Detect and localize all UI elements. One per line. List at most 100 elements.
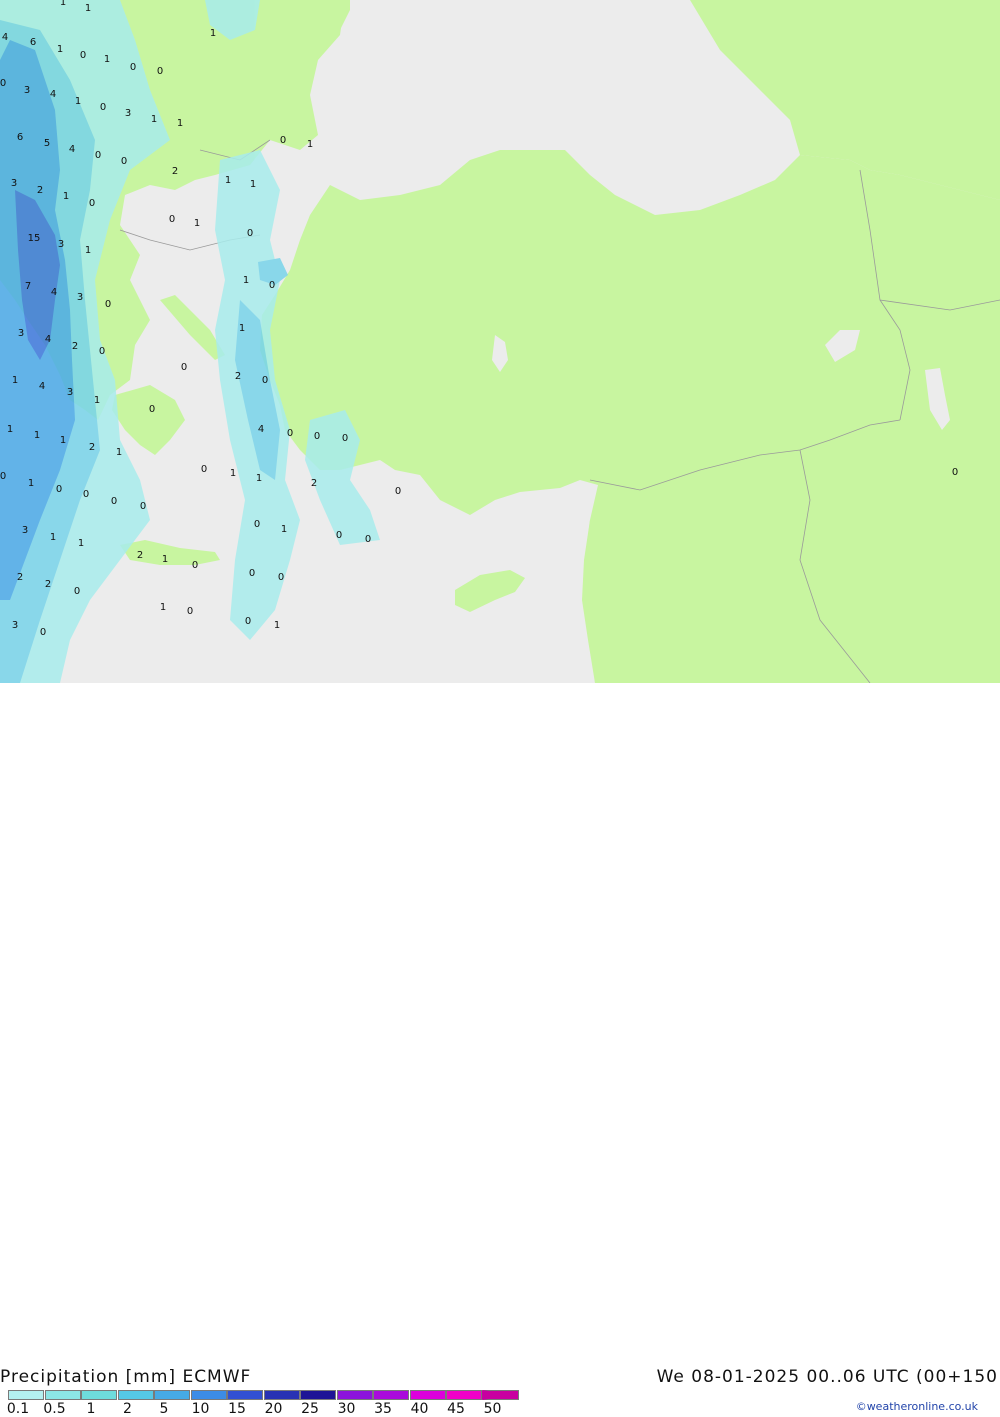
- precip-value-label: 3: [12, 620, 18, 631]
- legend-label: 30: [337, 1401, 356, 1417]
- precip-value-label: 0: [83, 489, 89, 500]
- legend-label: 40: [410, 1401, 429, 1417]
- precipitation-map: 1 1 4 6 1 0 1 0 0 1 0 3 4 1 0 3 1 1 6 5 4 0 0 0 1 2 3 2 1 0 1 1 0 1 0 15 3 1 7…: [0, 0, 1000, 683]
- precip-value-label: 0: [336, 530, 342, 541]
- precip-value-label: 1: [160, 602, 166, 613]
- precip-value-label: 0: [0, 471, 6, 482]
- precip-value-label: 0: [952, 467, 958, 478]
- precip-value-label: 1: [151, 114, 157, 125]
- precip-value-label: 1: [274, 620, 280, 631]
- legend-swatch: [44, 1390, 81, 1400]
- precip-value-label: 0: [111, 496, 117, 507]
- precip-value-label: 1: [256, 473, 262, 484]
- precip-value-label: 2: [72, 341, 78, 352]
- precip-value-label: 1: [104, 54, 110, 65]
- precip-value-label: 1: [28, 478, 34, 489]
- footer-bar: Precipitation [mm] ECMWF We 08-01-2025 0…: [0, 683, 1000, 1417]
- precip-value-label: 0: [342, 433, 348, 444]
- precip-value-label: 0: [280, 135, 286, 146]
- precip-value-label: 2: [89, 442, 95, 453]
- precip-value-label: 2: [45, 579, 51, 590]
- legend-swatch: [300, 1390, 336, 1400]
- legend-label: 1: [86, 1401, 96, 1417]
- precip-value-label: 3: [67, 387, 73, 398]
- precip-value-label: 2: [137, 550, 143, 561]
- precip-value-label: 3: [18, 328, 24, 339]
- precip-value-label: 3: [11, 178, 17, 189]
- legend-swatch: [117, 1390, 154, 1400]
- legend-swatch: [8, 1390, 44, 1400]
- legend-label: 0.1: [6, 1401, 30, 1417]
- precip-value-label: 1: [85, 3, 91, 14]
- legend-swatch: [409, 1390, 446, 1400]
- precip-value-label: 0: [157, 66, 163, 77]
- credit-link[interactable]: ©weatheronline.co.uk: [856, 1400, 978, 1413]
- precip-value-label: 1: [50, 532, 56, 543]
- legend-swatch: [446, 1390, 482, 1400]
- legend-labels: 0.1 0.5 1 2 5 10 15 20 25 30 35 40 45 50: [0, 1401, 520, 1417]
- precip-value-label: 4: [51, 287, 57, 298]
- precip-value-label: 1: [177, 118, 183, 129]
- legend-label: 15: [228, 1401, 246, 1417]
- precip-value-label: 0: [278, 572, 284, 583]
- precip-value-label: 1: [230, 468, 236, 479]
- precip-value-label: 0: [314, 431, 320, 442]
- precip-value-label: 3: [24, 85, 30, 96]
- legend-swatch: [336, 1390, 373, 1400]
- precip-value-label: 0: [100, 102, 106, 113]
- precip-value-label: 5: [44, 138, 50, 149]
- legend-label: 25: [301, 1401, 319, 1417]
- precip-value-label: 0: [245, 616, 251, 627]
- precip-value-label: 0: [99, 346, 105, 357]
- precip-value-label: 2: [311, 478, 317, 489]
- precip-value-label: 6: [30, 37, 36, 48]
- precip-value-label: 0: [80, 50, 86, 61]
- precip-value-label: 0: [149, 404, 155, 415]
- precip-value-label: 0: [40, 627, 46, 638]
- precip-value-label: 1: [210, 28, 216, 39]
- precip-value-label: 0: [192, 560, 198, 571]
- legend-label: 20: [264, 1401, 283, 1417]
- precip-value-label: 1: [57, 44, 63, 55]
- precip-value-label: 2: [17, 572, 23, 583]
- precip-value-label: 1: [63, 191, 69, 202]
- precip-value-label: 0: [247, 228, 253, 239]
- legend-swatch: [190, 1390, 227, 1400]
- legend-swatch: [263, 1390, 300, 1400]
- legend-swatch: [373, 1390, 409, 1400]
- precip-value-label: 0: [169, 214, 175, 225]
- precip-value-label: 2: [172, 166, 178, 177]
- precip-value-label: 4: [258, 424, 264, 435]
- legend-label: 10: [191, 1401, 210, 1417]
- precip-value-label: 4: [39, 381, 45, 392]
- legend-label: 0.5: [43, 1401, 66, 1417]
- map-title: Precipitation [mm] ECMWF: [0, 1367, 252, 1387]
- precip-value-label: 0: [181, 362, 187, 373]
- precip-value-label: 1: [60, 435, 66, 446]
- precip-value-label: 1: [307, 139, 313, 150]
- precip-value-label: 0: [201, 464, 207, 475]
- legend-swatch: [81, 1390, 117, 1400]
- precip-value-label: 0: [287, 428, 293, 439]
- precip-value-label: 1: [225, 175, 231, 186]
- precip-value-label: 3: [58, 239, 64, 250]
- precip-value-label: 1: [60, 0, 66, 8]
- precip-value-label: 3: [125, 108, 131, 119]
- precip-value-label: 0: [95, 150, 101, 161]
- precip-value-label: 7: [25, 281, 31, 292]
- precip-value-label: 1: [85, 245, 91, 256]
- legend-swatch: [154, 1390, 190, 1400]
- precip-value-label: 1: [75, 96, 81, 107]
- precip-value-label: 0: [74, 586, 80, 597]
- precip-value-label: 0: [0, 78, 6, 89]
- precip-value-label: 0: [140, 501, 146, 512]
- precip-value-label: 1: [239, 323, 245, 334]
- precip-value-label: 0: [249, 568, 255, 579]
- legend-label: 5: [159, 1401, 169, 1417]
- precip-value-label: 1: [162, 554, 168, 565]
- precip-value-label: 1: [7, 424, 13, 435]
- legend-label: 35: [374, 1401, 392, 1417]
- precip-value-label: 0: [130, 62, 136, 73]
- precip-value-label: 0: [89, 198, 95, 209]
- legend-label: 50: [483, 1401, 502, 1417]
